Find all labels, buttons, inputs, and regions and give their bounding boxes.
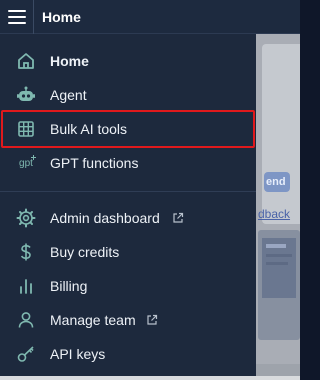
hamburger-icon xyxy=(7,9,26,24)
sidebar-item-label: Home xyxy=(50,53,89,69)
sidebar-item-admin-dashboard[interactable]: Admin dashboard xyxy=(0,201,256,235)
background-screenshot-image xyxy=(258,230,300,340)
menu-toggle-button[interactable] xyxy=(0,0,34,34)
background-card xyxy=(262,44,300,224)
external-link-icon xyxy=(147,314,158,325)
home-icon xyxy=(16,51,36,71)
sidebar-item-gpt-functions[interactable]: gpt GPT functions xyxy=(0,146,256,180)
sidebar-item-agent[interactable]: Agent xyxy=(0,78,256,112)
gpt-icon: gpt xyxy=(16,153,36,173)
sidebar-item-buy-credits[interactable]: Buy credits xyxy=(0,235,256,269)
window-bottom-edge xyxy=(0,376,300,380)
sidebar-item-label: Admin dashboard xyxy=(50,210,160,226)
background-page: end dback xyxy=(256,34,300,380)
sidebar-item-label: API keys xyxy=(50,346,106,362)
page-title: Home xyxy=(42,8,81,25)
sidebar-item-label: GPT functions xyxy=(50,155,139,171)
sidebar-item-label: Buy credits xyxy=(50,244,120,260)
sidebar-item-label: Bulk AI tools xyxy=(50,121,128,137)
gear-icon xyxy=(16,208,36,228)
sidebar-item-bulk-ai-tools[interactable]: Bulk AI tools xyxy=(0,112,256,146)
sidebar-item-home[interactable]: Home xyxy=(0,44,256,78)
top-header: Home xyxy=(0,0,300,34)
robot-icon xyxy=(16,85,36,105)
sidebar-item-label: Billing xyxy=(50,278,88,294)
sidebar-item-billing[interactable]: Billing xyxy=(0,269,256,303)
sidebar-item-label: Manage team xyxy=(50,312,136,328)
user-icon xyxy=(16,310,36,330)
background-send-button[interactable]: end xyxy=(264,172,290,192)
bar-chart-icon xyxy=(16,276,36,296)
sidebar-drawer: Home Agent Bulk AI tools gpt GPT functio… xyxy=(0,34,256,380)
sidebar-item-label: Agent xyxy=(50,87,87,103)
dollar-icon xyxy=(16,242,36,262)
key-icon xyxy=(16,344,36,364)
sidebar-divider xyxy=(0,191,256,192)
sidebar-item-api-keys[interactable]: API keys xyxy=(0,337,256,371)
external-link-icon xyxy=(173,212,184,223)
table-grid-icon xyxy=(16,119,36,139)
background-feedback-link[interactable]: dback xyxy=(258,207,290,221)
sidebar-item-manage-team[interactable]: Manage team xyxy=(0,303,256,337)
